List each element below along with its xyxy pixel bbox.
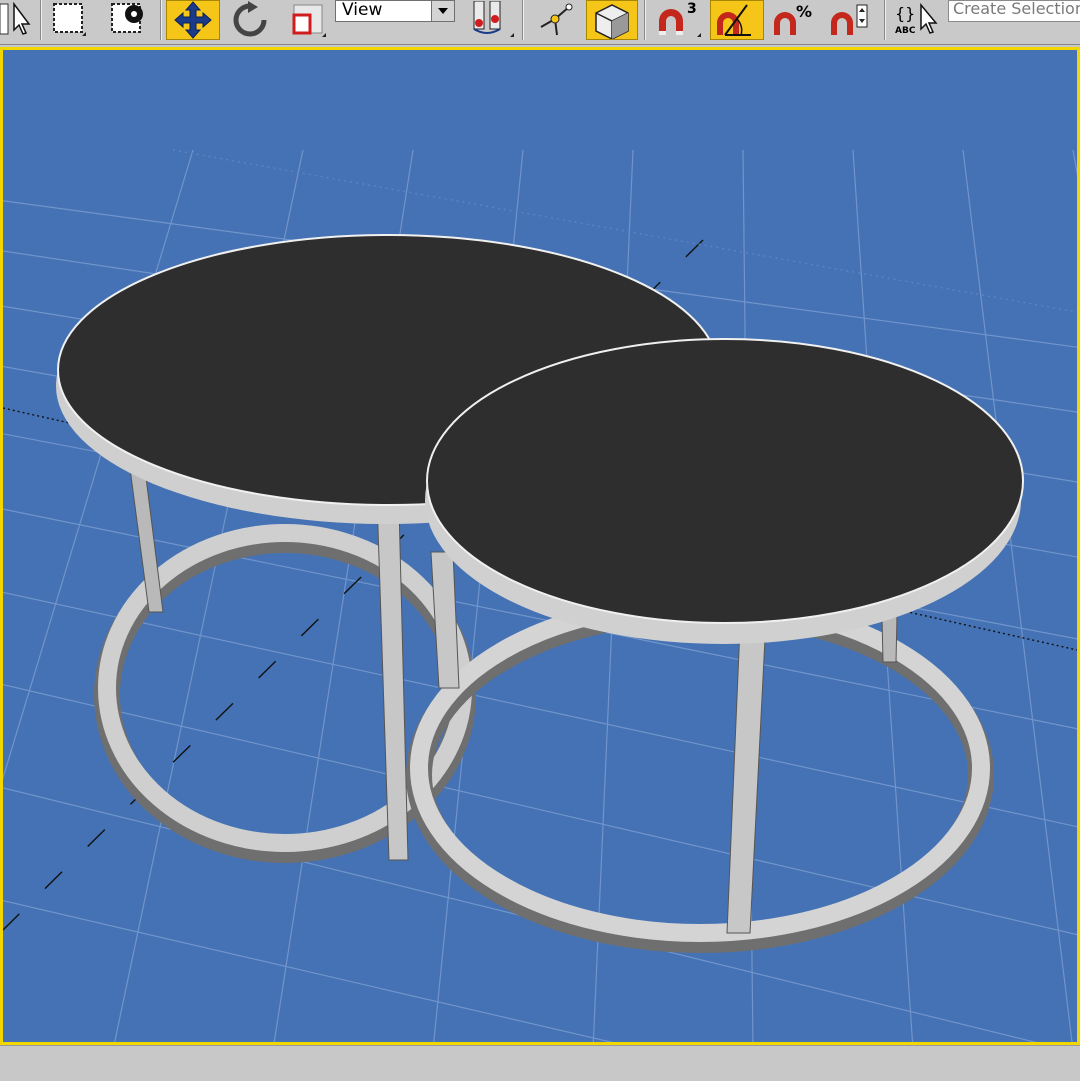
- angle-snap-button[interactable]: [710, 0, 764, 40]
- edit-named-selection-icon: {} ABC: [895, 2, 938, 36]
- select-object-button[interactable]: [0, 0, 36, 40]
- move-icon: [174, 1, 212, 39]
- rotate-icon: [233, 1, 267, 37]
- angle-snap-icon: [717, 4, 751, 36]
- snap-3d-icon: 3: [659, 1, 701, 37]
- main-toolbar: View 3 % {} ABC Create Selection: [0, 0, 1080, 45]
- chevron-down-icon: [431, 1, 454, 21]
- manipulate-icon: [540, 3, 573, 36]
- keyboard-shortcut-icon: [595, 4, 629, 39]
- rotate-button[interactable]: [226, 0, 274, 40]
- snap-3d-label: 3: [687, 1, 697, 17]
- move-button[interactable]: [166, 0, 220, 40]
- use-pivot-button[interactable]: [462, 0, 518, 40]
- select-object-icon: [0, 2, 31, 35]
- named-selection-glyph: {}: [895, 4, 915, 23]
- spinner-snap-icon: [831, 4, 868, 35]
- nesting-table-small[interactable]: [406, 338, 1024, 953]
- named-selection-abc: ABC: [895, 26, 916, 36]
- svg-text:%: %: [796, 2, 812, 21]
- reference-coordinate-dropdown[interactable]: View: [335, 0, 455, 22]
- spinner-snap-button[interactable]: [824, 0, 878, 40]
- scale-button[interactable]: [282, 0, 330, 40]
- select-by-name-icon: [111, 3, 143, 33]
- percent-snap-icon: %: [774, 2, 812, 35]
- manipulate-button[interactable]: [528, 0, 582, 40]
- select-region-button[interactable]: [46, 0, 90, 40]
- reference-coordinate-value: View: [342, 0, 383, 20]
- scale-icon: [292, 4, 326, 37]
- edit-named-selection-button[interactable]: {} ABC: [890, 0, 944, 40]
- keyboard-shortcut-button[interactable]: [586, 0, 638, 40]
- use-pivot-icon: [473, 1, 514, 37]
- select-region-icon: [53, 3, 86, 36]
- perspective-viewport[interactable]: [0, 47, 1080, 1045]
- select-by-name-button[interactable]: [96, 0, 156, 40]
- status-bar: [0, 1045, 1080, 1081]
- percent-snap-button[interactable]: %: [768, 0, 820, 40]
- viewport-canvas: [3, 149, 1077, 1042]
- named-selection-set-field[interactable]: Create Selection Set: [948, 0, 1080, 22]
- named-selection-set-placeholder: Create Selection Set: [953, 0, 1080, 18]
- snap-3d-button[interactable]: 3: [650, 0, 704, 40]
